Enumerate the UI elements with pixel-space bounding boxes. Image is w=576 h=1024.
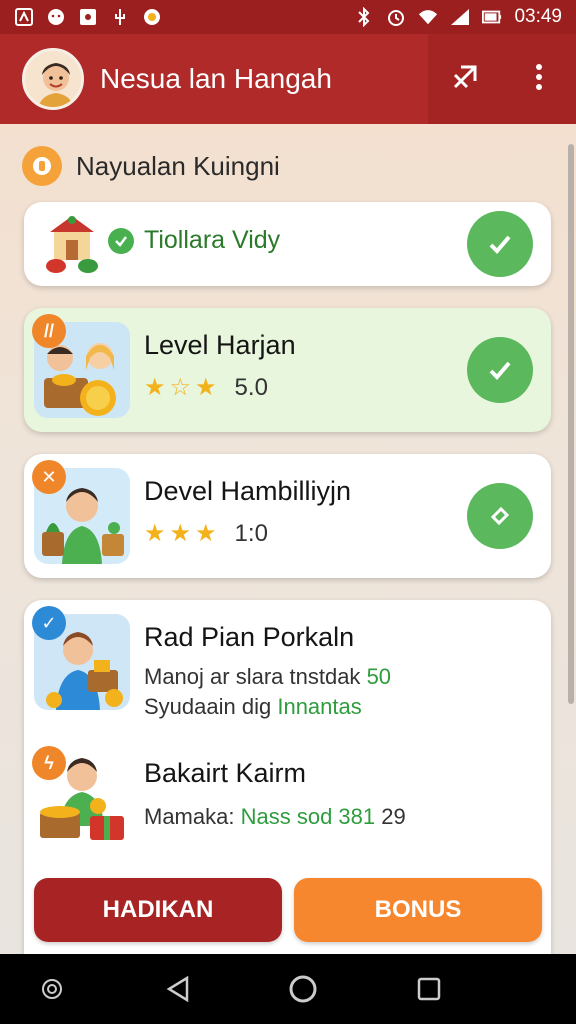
tag-icon xyxy=(490,506,510,526)
back-button[interactable] xyxy=(148,959,208,1019)
task-detail-text: Mamaka: xyxy=(144,804,235,829)
at-sign-icon xyxy=(42,979,62,999)
image-icon xyxy=(78,7,98,27)
card-title: Tiollara Vidy xyxy=(144,226,281,254)
share-button[interactable] xyxy=(443,57,487,101)
card-item[interactable]: ✕ Devel Hambilliyjn ★ ★ ★ 1:0 xyxy=(24,454,551,578)
card-rating: ★ ☆ ★ 5.0 xyxy=(144,374,268,402)
task-detail-text: Syudaain dig xyxy=(144,694,272,719)
alarm-icon xyxy=(386,7,406,27)
wifi-icon xyxy=(418,7,438,27)
card-item[interactable]: // Level Harjan ★ ☆ ★ 5.0 xyxy=(24,308,551,432)
badge-icon: // xyxy=(32,314,66,348)
app-title: Nesua lan Hangah xyxy=(100,63,332,94)
home-button[interactable] xyxy=(273,959,333,1019)
task-detail: Manoj ar slara tnstdak 50 xyxy=(144,664,391,690)
share-icon xyxy=(449,61,481,98)
home-icon xyxy=(289,975,317,1003)
avatar[interactable] xyxy=(22,48,84,110)
card-title: Devel Hambilliyjn xyxy=(144,476,352,506)
chat-icon xyxy=(22,146,62,186)
recents-button[interactable] xyxy=(399,959,459,1019)
usb-icon xyxy=(110,7,130,27)
task-detail-text: Manoj ar slara tnstdak xyxy=(144,664,361,689)
complete-button[interactable] xyxy=(467,211,533,277)
section-title: Nayualan Kuingni xyxy=(76,150,280,181)
app-bar: Nesua lan Hangah xyxy=(0,34,576,124)
checkmark-icon xyxy=(489,361,511,380)
recents-icon xyxy=(417,977,440,1001)
status-time: 03:49 xyxy=(514,6,562,27)
card-rating: ★ ★ ★ 1:0 xyxy=(144,520,268,548)
rating-value: 5.0 xyxy=(234,374,268,401)
star-rating: ★ ☆ ★ xyxy=(144,376,217,400)
status-right: 03:49 xyxy=(354,6,562,28)
star-icon: ★ xyxy=(195,520,217,547)
more-options-button[interactable] xyxy=(517,57,561,101)
task-detail: Mamaka: Nass sod 381 29 xyxy=(144,804,406,830)
badge-icon: ϟ xyxy=(32,746,66,780)
task-detail: Syudaain dig Innantas xyxy=(144,694,362,720)
battery-icon xyxy=(482,7,502,27)
badge-icon: ✓ xyxy=(32,606,66,640)
star-rating: ★ ★ ★ xyxy=(144,522,217,546)
navigation-bar xyxy=(0,954,576,1024)
rating-value: 1:0 xyxy=(234,520,268,547)
more-vert-icon xyxy=(534,62,544,97)
signal-icon xyxy=(450,7,470,27)
task-title: Bakairt Kairm xyxy=(144,758,307,788)
main-content[interactable]: Nayualan Kuingni Tiollara Vidy // Level … xyxy=(0,124,576,954)
task-detail-highlight: Nass sod 381 xyxy=(240,804,376,829)
scrollbar[interactable] xyxy=(568,144,574,704)
section-header: Nayualan Kuingni xyxy=(22,146,280,186)
complete-button[interactable] xyxy=(467,483,533,549)
task-detail-value: 29 xyxy=(381,804,406,829)
badge-icon: ✕ xyxy=(32,460,66,494)
status-left xyxy=(14,7,162,27)
bonus-button[interactable]: BONUS xyxy=(294,878,542,942)
task-title: Rad Pian Porkaln xyxy=(144,622,355,652)
checkmark-icon xyxy=(489,235,511,254)
card-item[interactable]: Tiollara Vidy xyxy=(24,202,551,286)
check-circle-icon xyxy=(108,228,134,254)
card-title: Level Harjan xyxy=(144,330,296,360)
shop-icon xyxy=(42,210,102,276)
task-detail-value: 50 xyxy=(366,664,392,689)
task-detail-highlight: Innantas xyxy=(277,694,362,719)
primary-button[interactable]: HADIKAN xyxy=(34,878,282,942)
star-outline-icon: ☆ xyxy=(169,374,192,401)
app-icon xyxy=(14,7,34,27)
face-icon xyxy=(46,7,66,27)
star-icon: ★ xyxy=(144,520,166,547)
complete-button[interactable] xyxy=(467,337,533,403)
star-icon: ★ xyxy=(195,374,217,401)
at-sign-button[interactable] xyxy=(22,959,82,1019)
record-icon xyxy=(142,7,162,27)
star-icon: ★ xyxy=(144,374,166,401)
star-icon: ★ xyxy=(169,520,192,547)
bluetooth-icon xyxy=(354,7,374,27)
status-bar: 03:49 xyxy=(0,0,576,34)
back-icon xyxy=(166,975,188,1003)
app-bar-actions xyxy=(428,34,576,124)
